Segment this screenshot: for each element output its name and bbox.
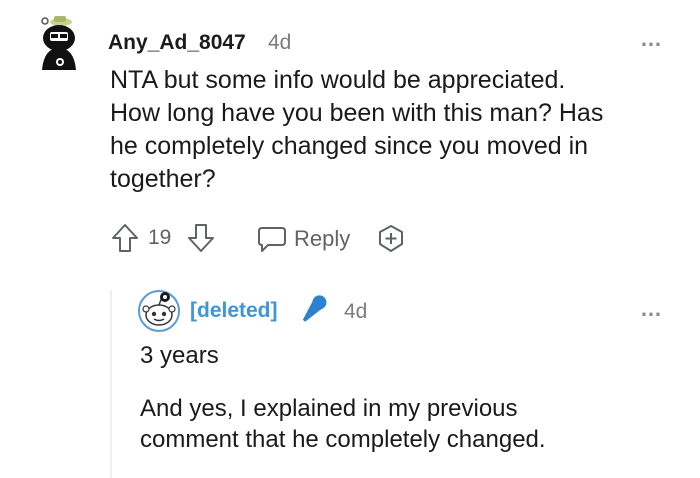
comment-author[interactable]: Any_Ad_8047 (108, 31, 246, 55)
reply-line: comment that he completely changed. (140, 426, 546, 453)
reply-bubble-icon[interactable] (256, 224, 288, 254)
reply-line: And yes, I explained in my previous (140, 395, 518, 422)
upvote-icon[interactable] (110, 222, 140, 254)
comment-body-line: together? (110, 165, 216, 193)
thread-line[interactable] (110, 290, 112, 478)
downvote-icon[interactable] (186, 222, 216, 254)
vote-score: 19 (148, 226, 172, 249)
microphone-icon (296, 292, 330, 328)
award-icon[interactable] (375, 223, 407, 255)
comment-body-line: NTA but some info would be appreciated. (110, 66, 566, 94)
reply-body: 3 years And yes, I explained in my previ… (140, 340, 660, 455)
comment-age: 4d (268, 31, 292, 54)
reply-paragraph: 3 years (140, 342, 219, 369)
snoo-avatar (138, 290, 180, 332)
reply-button[interactable]: Reply (294, 226, 350, 252)
reply-author[interactable]: [deleted] (190, 299, 278, 323)
comment-body-line: he completely changed since you moved in (110, 132, 589, 160)
user-avatar[interactable] (36, 14, 82, 74)
reply-paragraph: And yes, I explained in my previous comm… (140, 393, 660, 455)
comment-body-line: How long have you been with this man? Ha… (110, 99, 604, 127)
reply-age: 4d (344, 300, 368, 323)
more-options-icon[interactable]: … (640, 26, 663, 52)
comment-body: NTA but some info would be appreciated. … (110, 64, 670, 196)
more-options-icon[interactable]: … (640, 296, 663, 322)
